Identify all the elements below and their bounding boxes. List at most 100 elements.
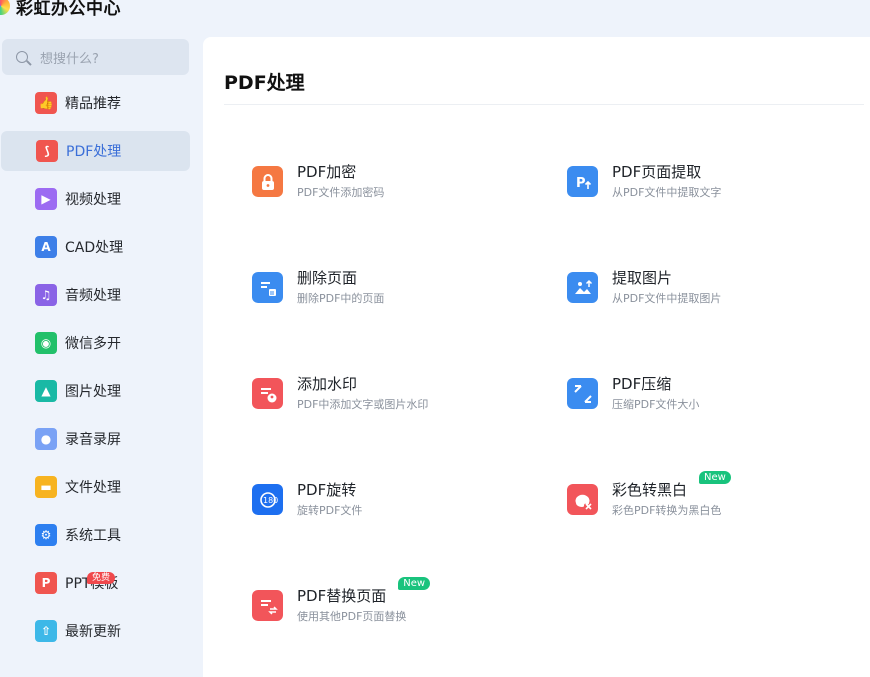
image-icon: ▲ [35,380,57,402]
svg-text:P: P [576,176,586,191]
thumbs-up-icon: 👍 [35,92,57,114]
sidebar-item-label: 文件处理 [65,480,121,496]
sidebar-item-label: CAD处理 [65,240,124,256]
free-badge: 免费 [87,572,116,584]
sidebar-item-9[interactable]: ▬ 文件处理 [0,467,189,507]
tool-text: PDF加密 PDF文件添加密码 [297,162,384,200]
rotate-icon: 180 [252,484,283,515]
sidebar-item-label: PDF处理 [66,144,122,160]
sidebar-item-7[interactable]: ▲ 图片处理 [0,371,189,411]
page-extract-icon: P [567,166,598,197]
app-name: 彩虹办公中心 [16,0,121,19]
microphone-icon: ● [35,428,57,450]
new-badge: New [699,471,731,484]
tool-text: 添加水印 PDF中添加文字或图片水印 [297,374,428,412]
tool-title: PDF旋转 [297,480,356,500]
pdf-icon: ⟆ [36,140,58,162]
tool-text: 删除页面删除PDF中的页面 [297,268,384,306]
sidebar-item-2[interactable]: ⟆ PDF处理 [1,131,190,171]
sidebar-item-8[interactable]: ● 录音录屏 [0,419,189,459]
tool-title-text: PDF旋转 [297,481,357,499]
sidebar-item-12[interactable]: ⇧ 最新更新 [0,611,189,651]
delete-page-icon [252,272,283,303]
main-panel: PDF处理 PDF加密 PDF文件添加密码 P PDF页面提取从PDF文件中提取文字删… [203,37,870,677]
search-icon [16,51,28,63]
tool-description: 从PDF文件中提取图片 [612,292,722,305]
tool-title: PDF页面提取 [612,162,701,182]
tool-title-text: PDF压缩 [612,375,672,393]
tool-replace-page[interactable]: PDF替换页面 New 使用其他PDF页面替换 [252,577,431,624]
sidebar-nav: 👍 精品推荐 ⟆ PDF处理 ▶ 视频处理 A CAD处理 ♫ 音频处理 ◉ 微信多开 ▲ 图片处理 ● 录音… [0,83,196,659]
tool-title-text: 添加水印 [297,375,358,393]
tool-color-to-bw[interactable]: 彩色转黑白 New 彩色PDF转换为黑白色 [567,471,731,518]
folder-icon: ▬ [35,476,57,498]
tool-delete-page[interactable]: 删除页面删除PDF中的页面 [252,268,384,306]
tool-compress[interactable]: PDF压缩压缩PDF文件大小 [567,374,699,412]
tool-text: 提取图片从PDF文件中提取图片 [612,268,721,306]
tool-title-text: PDF加密 [297,163,357,181]
tool-text: 彩色转黑白 New 彩色PDF转换为黑白色 [612,471,731,518]
tool-description: PDF文件添加密码 [297,186,385,199]
sidebar-item-1[interactable]: 👍 精品推荐 [0,83,189,123]
lock-icon [252,166,283,197]
tool-extract-image[interactable]: 提取图片从PDF文件中提取图片 [567,268,721,306]
tool-title-text: 提取图片 [612,269,673,287]
sidebar-item-11[interactable]: P PPT模板 免费 [0,563,189,603]
sidebar-item-label: 最新更新 [65,624,121,640]
tool-title-text: 删除页面 [297,269,358,287]
tool-text: PDF替换页面 New 使用其他PDF页面替换 [297,577,431,624]
tool-text: PDF压缩压缩PDF文件大小 [612,374,699,412]
sidebar-item-3[interactable]: ▶ 视频处理 [0,179,189,219]
title-divider [224,104,864,105]
sidebar-item-label: 音频处理 [65,288,121,304]
sidebar-item-4[interactable]: A CAD处理 [0,227,189,267]
tool-lock[interactable]: PDF加密 PDF文件添加密码 [252,162,384,200]
rainbow-logo-icon [0,0,10,15]
app-header: 彩虹办公中心 [0,0,121,19]
tool-description: 从PDF文件中提取文字 [612,186,722,199]
wechat-icon: ◉ [35,332,57,354]
tool-title: 删除页面 [297,268,357,288]
tool-page-extract[interactable]: P PDF页面提取从PDF文件中提取文字 [567,162,721,200]
tool-title-text: 彩色转黑白 [612,481,688,499]
tool-title: PDF替换页面 New [297,577,431,606]
page-title: PDF处理 [224,72,305,94]
tool-title: 添加水印 [297,374,357,394]
extract-image-icon [567,272,598,303]
cad-icon: A [35,236,57,258]
tool-text: PDF旋转旋转PDF文件 [297,480,362,518]
sidebar-item-6[interactable]: ◉ 微信多开 [0,323,189,363]
gear-icon: ⚙ [35,524,57,546]
tool-description: 旋转PDF文件 [297,504,363,517]
search-input[interactable]: 想搜什么? [2,39,189,75]
tool-title-text: PDF替换页面 [297,587,387,605]
tool-text: PDF页面提取从PDF文件中提取文字 [612,162,721,200]
sidebar-item-5[interactable]: ♫ 音频处理 [0,275,189,315]
tool-description: 删除PDF中的页面 [297,292,385,305]
sidebar-item-label: 图片处理 [65,384,121,400]
svg-text:180: 180 [263,496,278,505]
new-badge: New [398,577,431,590]
sidebar-item-label: 微信多开 [65,336,121,352]
tool-description: PDF中添加文字或图片水印 [297,398,429,411]
sidebar-item-label: 精品推荐 [65,96,121,112]
tool-description: 使用其他PDF页面替换 [297,610,407,623]
tool-title-text: PDF页面提取 [612,163,702,181]
replace-page-icon [252,590,283,621]
compress-icon [567,378,598,409]
search-placeholder: 想搜什么? [40,51,99,67]
ppt-icon: P [35,572,57,594]
watermark-icon [252,378,283,409]
sidebar-item-10[interactable]: ⚙ 系统工具 [0,515,189,555]
sidebar-item-label: 系统工具 [65,528,121,544]
tool-description: 压缩PDF文件大小 [612,398,700,411]
tool-rotate[interactable]: 180 PDF旋转旋转PDF文件 [252,480,362,518]
tool-watermark[interactable]: 添加水印 PDF中添加文字或图片水印 [252,374,428,412]
color-to-bw-icon [567,484,598,515]
tool-title: 提取图片 [612,268,672,288]
upload-icon: ⇧ [35,620,57,642]
music-note-icon: ♫ [35,284,57,306]
video-play-icon: ▶ [35,188,57,210]
tool-description: 彩色PDF转换为黑白色 [612,504,722,517]
tool-title: PDF加密 [297,162,356,182]
